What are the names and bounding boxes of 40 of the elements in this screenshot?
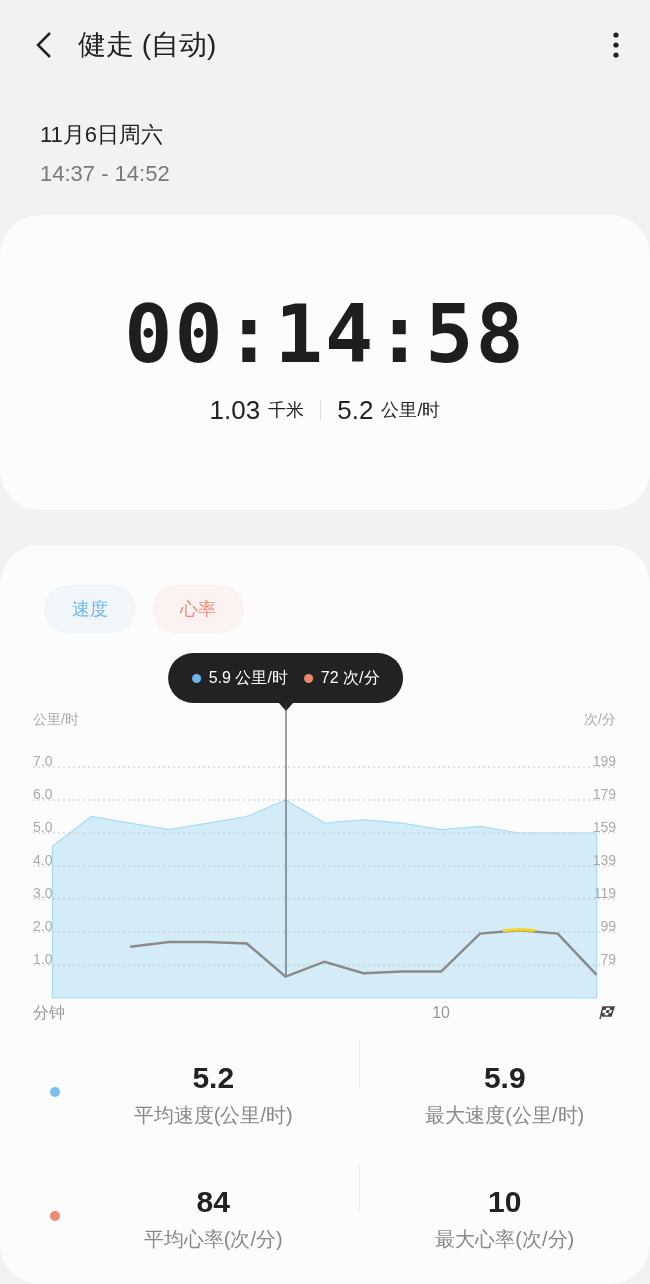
axis-label: 6.0 [33,786,53,802]
distance-value: 1.03 [209,394,261,427]
axis-label: 7.0 [33,753,53,769]
axis-label: 199 [592,753,616,769]
stat-value: 5.2 [191,1059,236,1096]
axis-label: 179 [592,786,616,802]
tooltip-value: 72 次/分 [320,668,380,688]
page-title: 健走 (自动) [78,28,217,62]
axis-label: 5.0 [33,819,53,835]
peak-highlight [502,928,535,933]
axis-label: 10 [432,1004,450,1021]
axis-label: 3.0 [33,885,53,901]
axis-label: 79 [600,951,616,967]
stat-value: 84 [195,1183,231,1220]
axis-label: 1.0 [33,951,53,967]
stat-label: 平均心率(次/分) [142,1226,284,1252]
speed-value: 5.2 [337,394,374,427]
stat-value: 5.9 [482,1059,527,1096]
legend-toggle[interactable]: 心率 [152,585,244,633]
axis-label: 99 [600,918,616,934]
axis-title: 次/分 [584,711,616,727]
duration-value: 00:14:58 [124,295,526,375]
legend-toggle[interactable]: 速度 [44,585,136,633]
axis-label: 4.0 [33,852,53,868]
speed-unit: 公里/时 [381,399,441,422]
tooltip-value: 5.9 公里/时 [208,668,288,688]
back-button[interactable] [34,30,54,60]
stat-label: 平均速度(公里/时) [132,1102,294,1128]
stat-label: 最大速度(公里/时) [424,1102,586,1128]
axis-title: 分钟 [33,1004,65,1021]
more-options-button[interactable] [612,31,620,59]
distance-unit: 千米 [268,399,305,422]
axis-label: 159 [592,819,616,835]
axis-title: 公里/时 [33,711,79,727]
workout-date: 11月6日周六 [40,121,165,149]
stat-label: 最大心率(次/分) [434,1226,576,1252]
workout-time-range: 14:37 - 14:52 [40,160,171,188]
stat-value: 10 [487,1183,523,1220]
finish-flag-icon [599,1006,616,1020]
axis-label: 2.0 [33,918,53,934]
